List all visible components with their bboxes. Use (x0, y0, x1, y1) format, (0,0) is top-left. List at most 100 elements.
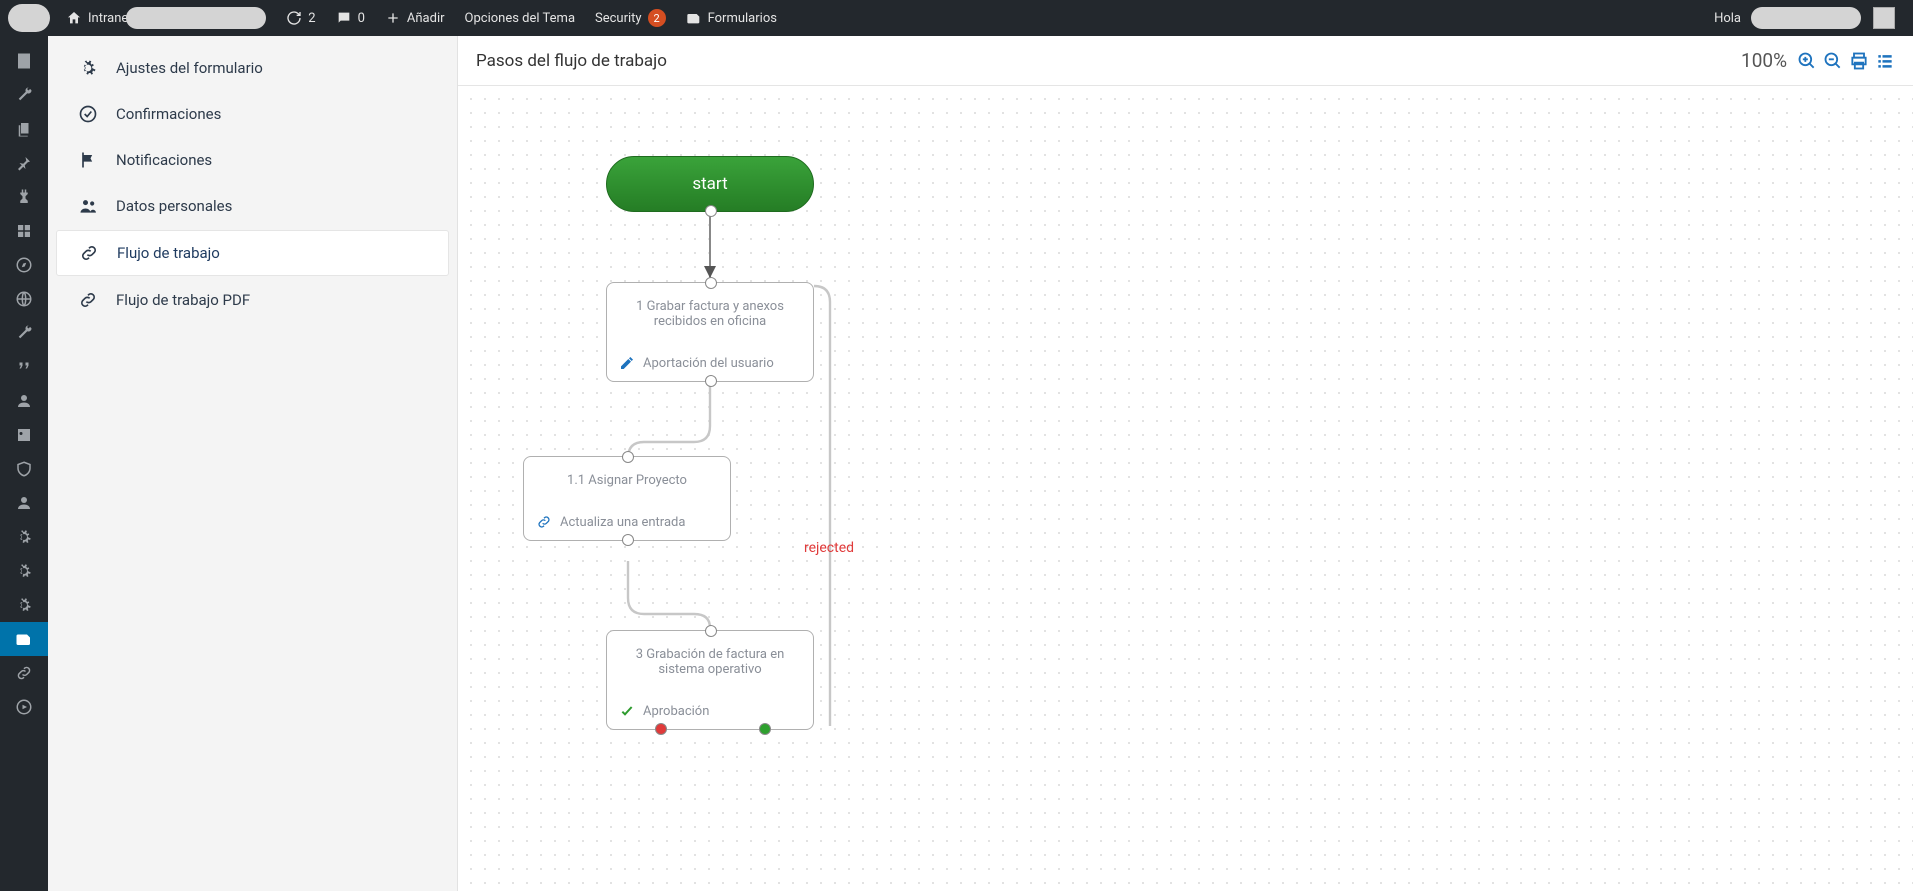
redacted-logo (8, 4, 50, 32)
refresh-icon (286, 10, 302, 26)
security-badge: 2 (648, 9, 666, 27)
rail-play[interactable] (0, 690, 48, 724)
node-title: 1.1 Asignar Proyecto (524, 457, 730, 506)
security-label: Security (595, 11, 642, 26)
rail-link[interactable] (0, 656, 48, 690)
people-icon (78, 196, 98, 216)
comment-icon (336, 10, 352, 26)
rail-forms[interactable] (0, 622, 48, 656)
zoom-in-icon[interactable] (1797, 51, 1817, 71)
settings-item-label: Confirmaciones (116, 105, 221, 123)
gear-icon (78, 58, 98, 78)
workflow-node-1[interactable]: 1 Grabar factura y anexos recibidos en o… (606, 282, 814, 382)
admin-rail (0, 36, 48, 891)
node-footer-label: Aportación del usuario (643, 356, 774, 371)
settings-item-label: Flujo de trabajo (117, 244, 220, 262)
updates-count: 2 (308, 11, 315, 26)
intranet-label: Intrane (88, 11, 128, 26)
plus-icon (385, 10, 401, 26)
avatar (1873, 7, 1895, 29)
pencil-icon (619, 355, 635, 371)
workflow-node-3[interactable]: 3 Grabación de factura en sistema operat… (606, 630, 814, 730)
add-label: Añadir (407, 11, 445, 26)
edge-label-rejected: rejected (804, 540, 854, 556)
rail-builder[interactable] (0, 214, 48, 248)
home-link[interactable]: Intrane (56, 0, 276, 36)
settings-item-workflow-pdf[interactable]: Flujo de trabajo PDF (56, 278, 449, 322)
port-out[interactable] (622, 534, 634, 546)
theme-options-link[interactable]: Opciones del Tema (455, 0, 585, 36)
rail-profile[interactable] (0, 486, 48, 520)
node-footer-label: Actualiza una entrada (560, 515, 685, 530)
rail-tools[interactable] (0, 316, 48, 350)
main-header: Pasos del flujo de trabajo 100% (458, 36, 1913, 86)
rail-gear-1[interactable] (0, 520, 48, 554)
rail-plug[interactable] (0, 180, 48, 214)
settings-item-personal-data[interactable]: Datos personales (56, 184, 449, 228)
link-icon (78, 290, 98, 310)
workflow-start-node[interactable]: start (606, 156, 814, 212)
forms-label: Formularios (708, 11, 777, 26)
port-in[interactable] (705, 277, 717, 289)
port-rejected[interactable] (655, 723, 667, 735)
rail-compass[interactable] (0, 248, 48, 282)
zoom-controls: 100% (1741, 49, 1895, 72)
list-icon[interactable] (1875, 51, 1895, 71)
zoom-level: 100% (1741, 49, 1787, 72)
check-circle-icon (78, 104, 98, 124)
main-content: Pasos del flujo de trabajo 100% (458, 36, 1913, 891)
greeting-label: Hola (1714, 11, 1741, 26)
settings-item-label: Datos personales (116, 197, 232, 215)
settings-sidebar: Ajustes del formulario Confirmaciones No… (48, 36, 458, 891)
settings-item-form-config[interactable]: Ajustes del formulario (56, 46, 449, 90)
workflow-node-2[interactable]: 1.1 Asignar Proyecto Actualiza una entra… (523, 456, 731, 541)
rail-gear-2[interactable] (0, 554, 48, 588)
settings-item-label: Flujo de trabajo PDF (116, 291, 250, 309)
redacted-username (1751, 7, 1861, 29)
start-label: start (692, 174, 727, 194)
port-out[interactable] (705, 205, 717, 217)
node-title: 1 Grabar factura y anexos recibidos en o… (607, 283, 813, 347)
home-icon (66, 10, 82, 26)
form-icon (686, 10, 702, 26)
link-icon (536, 514, 552, 530)
port-in[interactable] (622, 451, 634, 463)
admin-topbar: Intrane 2 0 Añadir Opciones del Tema Sec… (0, 0, 1913, 36)
settings-item-confirmations[interactable]: Confirmaciones (56, 92, 449, 136)
rail-globe[interactable] (0, 282, 48, 316)
settings-item-notifications[interactable]: Notificaciones (56, 138, 449, 182)
settings-item-workflow[interactable]: Flujo de trabajo (56, 230, 449, 276)
workflow-canvas[interactable]: start 1 Grabar factura y anexos recibido… (458, 86, 1913, 891)
link-icon (79, 243, 99, 263)
security-link[interactable]: Security 2 (585, 0, 676, 36)
redacted-sitename (126, 7, 266, 29)
rail-user[interactable] (0, 384, 48, 418)
rail-wrench[interactable] (0, 78, 48, 112)
rail-pin[interactable] (0, 146, 48, 180)
port-out[interactable] (705, 375, 717, 387)
add-new-link[interactable]: Añadir (375, 0, 455, 36)
forms-link[interactable]: Formularios (676, 0, 787, 36)
user-greeting[interactable]: Hola (1704, 0, 1905, 36)
node-footer-label: Aprobación (643, 704, 709, 719)
comments-count: 0 (358, 11, 365, 26)
port-in[interactable] (705, 625, 717, 637)
rail-shield[interactable] (0, 452, 48, 486)
settings-item-label: Notificaciones (116, 151, 212, 169)
node-title: 3 Grabación de factura en sistema operat… (607, 631, 813, 695)
rail-gear-3[interactable] (0, 588, 48, 622)
page-title: Pasos del flujo de trabajo (476, 51, 667, 71)
flag-icon (78, 150, 98, 170)
theme-options-label: Opciones del Tema (465, 11, 575, 26)
rail-media[interactable] (0, 418, 48, 452)
rail-building[interactable] (0, 44, 48, 78)
check-icon (619, 703, 635, 719)
comments-link[interactable]: 0 (326, 0, 375, 36)
updates-link[interactable]: 2 (276, 0, 325, 36)
rail-pages[interactable] (0, 112, 48, 146)
zoom-out-icon[interactable] (1823, 51, 1843, 71)
print-icon[interactable] (1849, 51, 1869, 71)
settings-item-label: Ajustes del formulario (116, 59, 263, 77)
rail-quote[interactable] (0, 350, 48, 384)
port-approved[interactable] (759, 723, 771, 735)
